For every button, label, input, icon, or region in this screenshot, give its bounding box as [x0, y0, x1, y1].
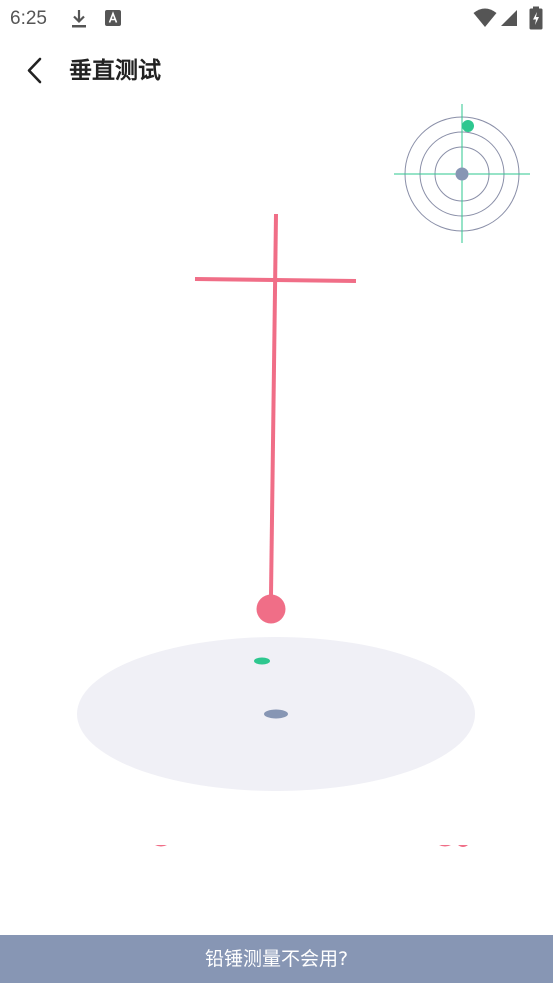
disc-center-marker [264, 709, 288, 719]
content-cutoff-band [0, 845, 553, 935]
gauge-bubble [462, 120, 474, 132]
plumb-line [269, 213, 278, 596]
plumb-help-label: 铅锤测量不会用? [204, 948, 349, 970]
plumb-bob [256, 594, 286, 624]
plumb-help-button[interactable]: 铅锤测量不会用? [0, 935, 553, 983]
disc-level-dot [254, 657, 270, 665]
plumb-crossbar [194, 277, 357, 283]
gauge-center-marker [455, 167, 469, 181]
plumb-scene [77, 104, 530, 791]
bullseye-level-gauge [394, 104, 530, 243]
clipped-indicator-marks [155, 845, 468, 847]
